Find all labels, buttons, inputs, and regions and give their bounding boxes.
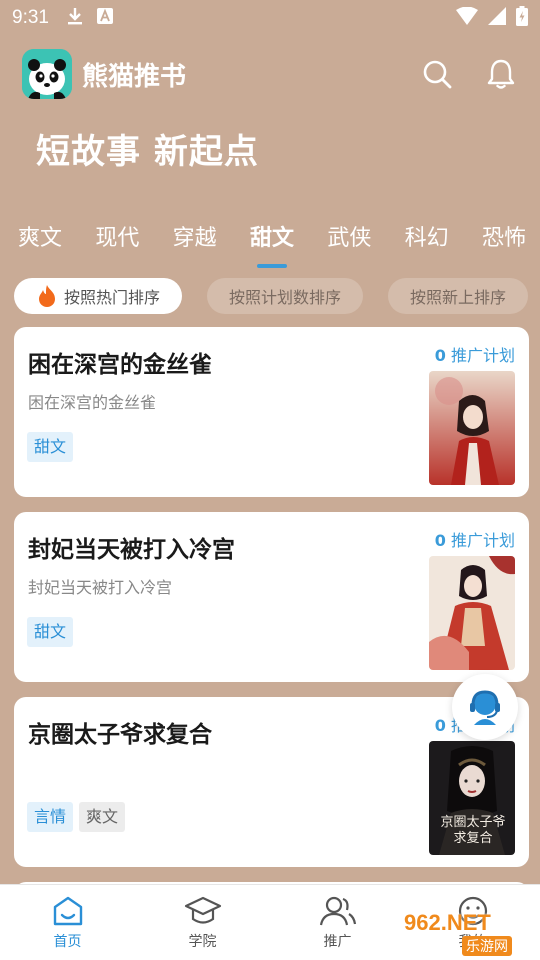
tab-chuanyue[interactable]: 穿越 xyxy=(173,220,217,260)
app-header: 熊猫推书 xyxy=(22,48,518,100)
tab-wuxia[interactable]: 武侠 xyxy=(327,220,371,260)
battery-charging-icon xyxy=(516,6,528,30)
sort-plans-button[interactable]: 按照计划数排序 xyxy=(207,278,363,314)
genre-tag: 爽文 xyxy=(79,802,126,832)
category-tabs: 爽文 现代 穿越 甜文 武侠 科幻 恐怖 xyxy=(0,220,540,270)
book-subtitle: 困在深宫的金丝雀 xyxy=(28,393,157,412)
sort-hot-button[interactable]: 按照热门排序 xyxy=(14,278,182,314)
book-title: 封妃当天被打入冷宫 xyxy=(28,537,235,563)
nav-promote[interactable]: 推广 xyxy=(270,885,405,960)
signal-icon xyxy=(488,7,506,29)
promo-plan-count: 0 推广计划 xyxy=(434,531,515,550)
promo-plan-count: 0 推广计划 xyxy=(434,346,515,365)
tab-kehuan[interactable]: 科幻 xyxy=(405,220,449,260)
nav-home[interactable]: 首页 xyxy=(0,885,135,960)
watermark-domain: 962.NET xyxy=(404,910,491,935)
genre-tag: 甜文 xyxy=(27,617,74,647)
status-bar: 9:31 xyxy=(0,0,540,36)
nav-academy[interactable]: 学院 xyxy=(135,885,270,960)
tab-xiandai[interactable]: 现代 xyxy=(95,220,139,260)
bell-icon xyxy=(487,59,515,89)
status-time: 9:31 xyxy=(12,7,49,28)
genre-tag: 甜文 xyxy=(27,432,74,462)
nav-promote-label: 推广 xyxy=(323,934,352,950)
nav-home-label: 首页 xyxy=(53,934,82,950)
panda-logo-icon xyxy=(22,49,72,99)
book-card[interactable]: 困在深宫的金丝雀 困在深宫的金丝雀 甜文 0 推广计划 xyxy=(14,327,529,497)
tab-shuangwen[interactable]: 爽文 xyxy=(18,220,62,260)
sort-plans-label: 按照计划数排序 xyxy=(228,288,341,307)
book-cover-image xyxy=(429,556,515,670)
search-icon xyxy=(423,60,452,89)
book-cover-image: 京圈太子爷求复合 xyxy=(429,741,515,855)
keyboard-a-icon xyxy=(96,8,113,28)
slogan: 短故事 新起点 xyxy=(36,132,259,172)
app-title: 熊猫推书 xyxy=(82,61,187,92)
home-icon xyxy=(53,896,82,926)
book-card[interactable]: 封妃当天被打入冷宫 封妃当天被打入冷宫 甜文 0 推广计划 xyxy=(14,512,529,682)
flame-icon xyxy=(38,285,55,307)
book-title: 困在深宫的金丝雀 xyxy=(28,352,212,378)
book-cover-image xyxy=(429,371,515,485)
sort-options: 按照热门排序 按照计划数排序 按照新上排序 xyxy=(14,278,528,314)
wifi-icon xyxy=(456,6,478,29)
download-icon xyxy=(67,6,83,30)
genre-tag: 言情 xyxy=(27,802,74,832)
book-card[interactable]: 京圈太子爷求复合 言情 爽文 0 推广计划 京圈太子爷求复合 xyxy=(14,697,529,867)
sort-new-button[interactable]: 按照新上排序 xyxy=(388,278,528,314)
watermark-site-name: 乐游网 xyxy=(462,936,512,956)
tab-kongbu[interactable]: 恐怖 xyxy=(482,220,526,260)
sort-new-label: 按照新上排序 xyxy=(409,288,506,307)
users-icon xyxy=(319,896,356,926)
headset-agent-icon xyxy=(470,690,500,725)
nav-academy-label: 学院 xyxy=(188,934,217,950)
book-title: 京圈太子爷求复合 xyxy=(28,722,212,748)
site-watermark: 962.NET 乐游网 xyxy=(402,908,534,956)
notification-button[interactable] xyxy=(484,57,518,91)
search-button[interactable] xyxy=(420,57,454,91)
cover-title: 京圈太子爷求复合 xyxy=(440,815,506,846)
graduation-cap-icon xyxy=(184,896,221,924)
sort-hot-label: 按照热门排序 xyxy=(63,288,160,307)
tab-tianwen[interactable]: 甜文 xyxy=(250,220,294,260)
book-subtitle: 封妃当天被打入冷宫 xyxy=(28,578,173,597)
customer-service-button[interactable] xyxy=(452,674,518,740)
